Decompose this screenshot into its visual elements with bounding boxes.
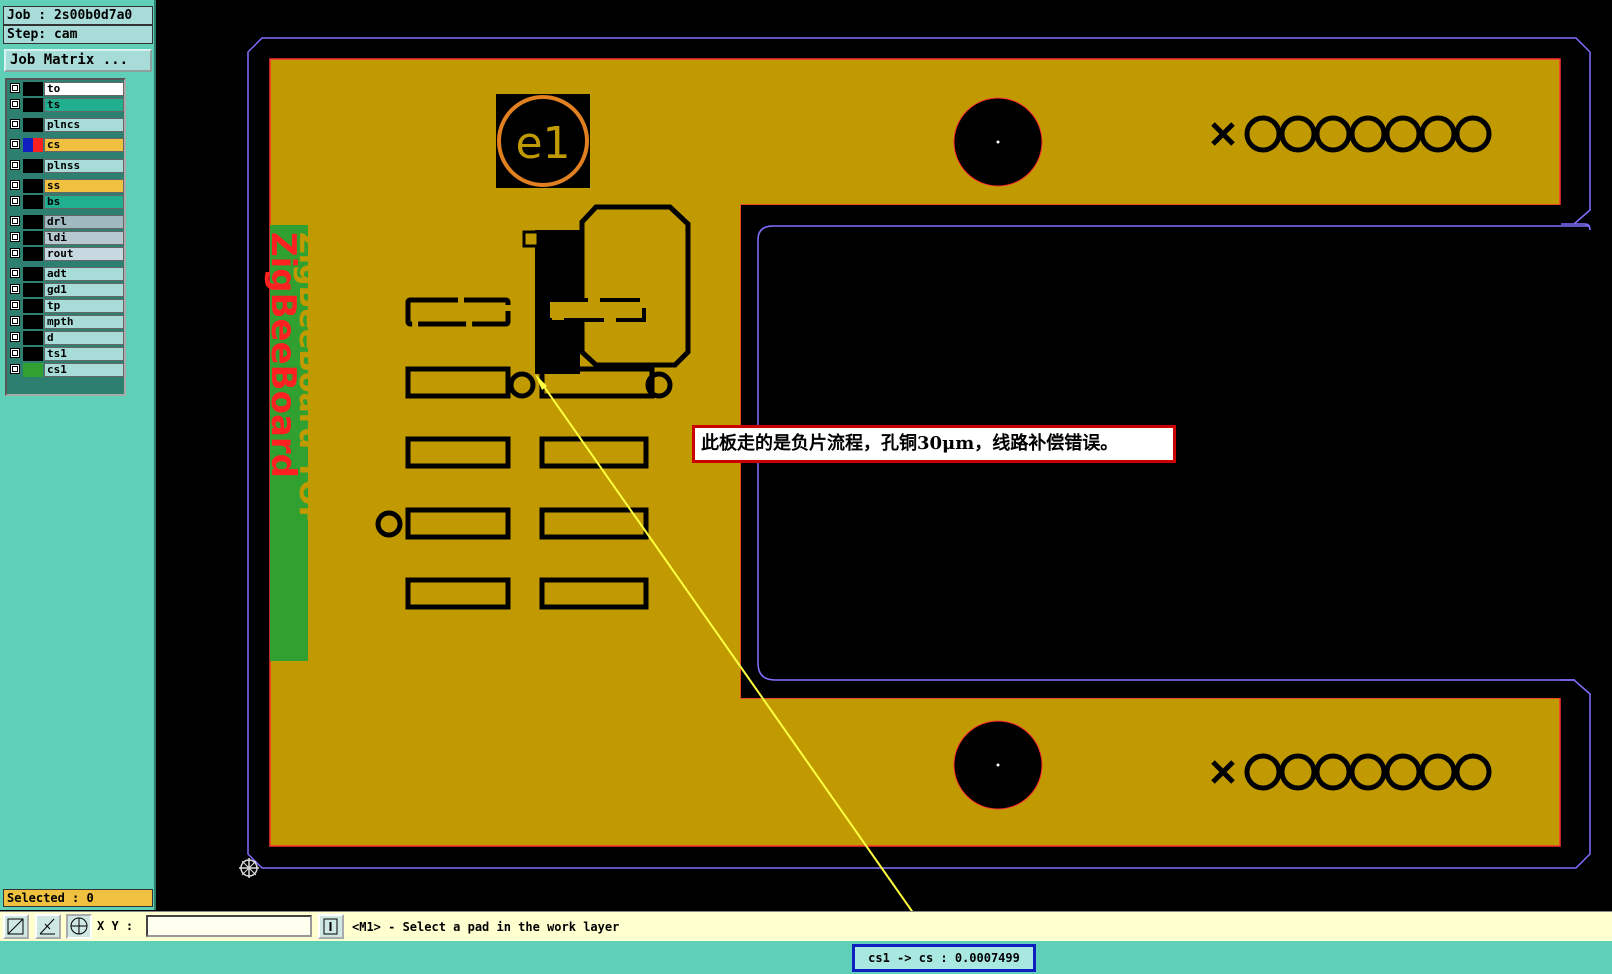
info-button[interactable] — [318, 914, 344, 939]
layer-color-swatch — [23, 215, 43, 229]
silkscreen-text-top: ZigBeeBoard TOP — [292, 232, 327, 527]
layer-row-rout[interactable]: rout — [9, 247, 124, 261]
layer-name[interactable]: tp — [44, 299, 124, 313]
layer-name[interactable]: ts — [44, 98, 124, 112]
layer-color-swatch — [23, 347, 43, 361]
layer-color-swatch — [23, 82, 43, 96]
layer-row-gd1[interactable]: gd1 — [9, 283, 124, 297]
grid-icon — [70, 917, 88, 935]
layer-checkbox[interactable] — [10, 316, 20, 326]
info-icon — [323, 918, 338, 935]
layer-checkbox[interactable] — [10, 216, 20, 226]
layer-row-drl[interactable]: drl — [9, 215, 124, 229]
layer-checkbox[interactable] — [10, 83, 20, 93]
layer-color-swatch — [23, 118, 43, 132]
layer-checkbox[interactable] — [10, 139, 20, 149]
layer-name[interactable]: plnss — [44, 159, 124, 173]
step-label: Step: cam — [3, 25, 153, 44]
selected-count: Selected : 0 — [3, 889, 153, 907]
layer-name[interactable]: plncs — [44, 118, 124, 132]
layer-row-plncs[interactable]: plncs — [9, 118, 124, 132]
layer-row-d[interactable]: d — [9, 331, 124, 345]
layer-name[interactable]: cs — [44, 138, 124, 152]
measurement-readout: cs1 -> cs : 0.0007499 — [852, 944, 1036, 972]
job-label: Job : 2s00b0d7a0 — [3, 6, 153, 25]
layer-name[interactable]: to — [44, 82, 124, 96]
layer-checkbox[interactable] — [10, 248, 20, 258]
xy-input[interactable] — [146, 915, 312, 937]
layer-color-swatch — [23, 283, 43, 297]
layer-row-cs1[interactable]: cs1 — [9, 363, 124, 377]
layer-color-swatch — [23, 159, 43, 173]
layer-name[interactable]: gd1 — [44, 283, 124, 297]
layer-row-to[interactable]: to — [9, 82, 124, 96]
layer-panel: Job : 2s00b0d7a0 Step: cam Job Matrix ..… — [0, 0, 156, 910]
measure-tool-button[interactable] — [3, 914, 29, 939]
layer-row-ts[interactable]: ts — [9, 98, 124, 112]
layer-color-swatch — [23, 98, 43, 112]
grid-snap-button[interactable] — [66, 914, 92, 939]
status-bar: cs1 -> cs : 0.0007499 — [0, 941, 1612, 974]
layer-color-swatch — [23, 231, 43, 245]
angle-icon — [39, 918, 55, 935]
annotation-callout: 此板走的是负片流程，孔铜30μm，线路补偿错误。 — [692, 425, 1176, 463]
job-matrix-button[interactable]: Job Matrix ... — [4, 49, 152, 72]
layer-row-mpth[interactable]: mpth — [9, 315, 124, 329]
layer-color-swatch — [23, 299, 43, 313]
angle-tool-button[interactable] — [35, 914, 61, 939]
layer-checkbox[interactable] — [10, 119, 20, 129]
layer-row-plnss[interactable]: plnss — [9, 159, 124, 173]
layer-checkbox[interactable] — [10, 180, 20, 190]
layer-checkbox[interactable] — [10, 268, 20, 278]
xy-label: X Y : — [97, 919, 134, 933]
layer-row-adt[interactable]: adt — [9, 267, 124, 281]
layer-checkbox[interactable] — [10, 99, 20, 109]
measure-icon — [7, 918, 24, 935]
layer-name[interactable]: cs1 — [44, 363, 124, 377]
layer-name[interactable]: ss — [44, 179, 124, 193]
layer-checkbox[interactable] — [10, 348, 20, 358]
layer-checkbox[interactable] — [10, 300, 20, 310]
layer-color-swatch — [23, 138, 43, 152]
command-bar: X Y : <M1> - Select a pad in the work la… — [0, 911, 1612, 941]
layer-color-swatch — [23, 315, 43, 329]
prompt-message: <M1> - Select a pad in the work layer — [352, 920, 620, 934]
layer-name[interactable]: ts1 — [44, 347, 124, 361]
layer-name[interactable]: bs — [44, 195, 124, 209]
fiducial-marker-label: e1 — [515, 118, 570, 169]
layer-name[interactable]: d — [44, 331, 124, 345]
layer-checkbox[interactable] — [10, 160, 20, 170]
layer-name[interactable]: drl — [44, 215, 124, 229]
layer-row-ldi[interactable]: ldi — [9, 231, 124, 245]
layer-row-ts1[interactable]: ts1 — [9, 347, 124, 361]
layer-list: to ts plncs cs plnss ss bs drl ldi rout adt gd1 tp mp… — [5, 78, 126, 396]
layer-color-swatch — [23, 247, 43, 261]
layer-row-tp[interactable]: tp — [9, 299, 124, 313]
layer-color-swatch — [23, 331, 43, 345]
layer-checkbox[interactable] — [10, 284, 20, 294]
layer-row-bs[interactable]: bs — [9, 195, 124, 209]
layer-name[interactable]: ldi — [44, 231, 124, 245]
layer-checkbox[interactable] — [10, 364, 20, 374]
layer-name[interactable]: rout — [44, 247, 124, 261]
layer-color-swatch — [23, 179, 43, 193]
layer-color-swatch — [23, 363, 43, 377]
origin-marker — [239, 858, 259, 878]
layer-row-cs[interactable]: cs — [9, 138, 124, 152]
layer-checkbox[interactable] — [10, 232, 20, 242]
layer-name[interactable]: adt — [44, 267, 124, 281]
layer-name[interactable]: mpth — [44, 315, 124, 329]
layer-checkbox[interactable] — [10, 332, 20, 342]
layer-color-swatch — [23, 267, 43, 281]
layer-checkbox[interactable] — [10, 196, 20, 206]
layer-row-ss[interactable]: ss — [9, 179, 124, 193]
layer-color-swatch — [23, 195, 43, 209]
